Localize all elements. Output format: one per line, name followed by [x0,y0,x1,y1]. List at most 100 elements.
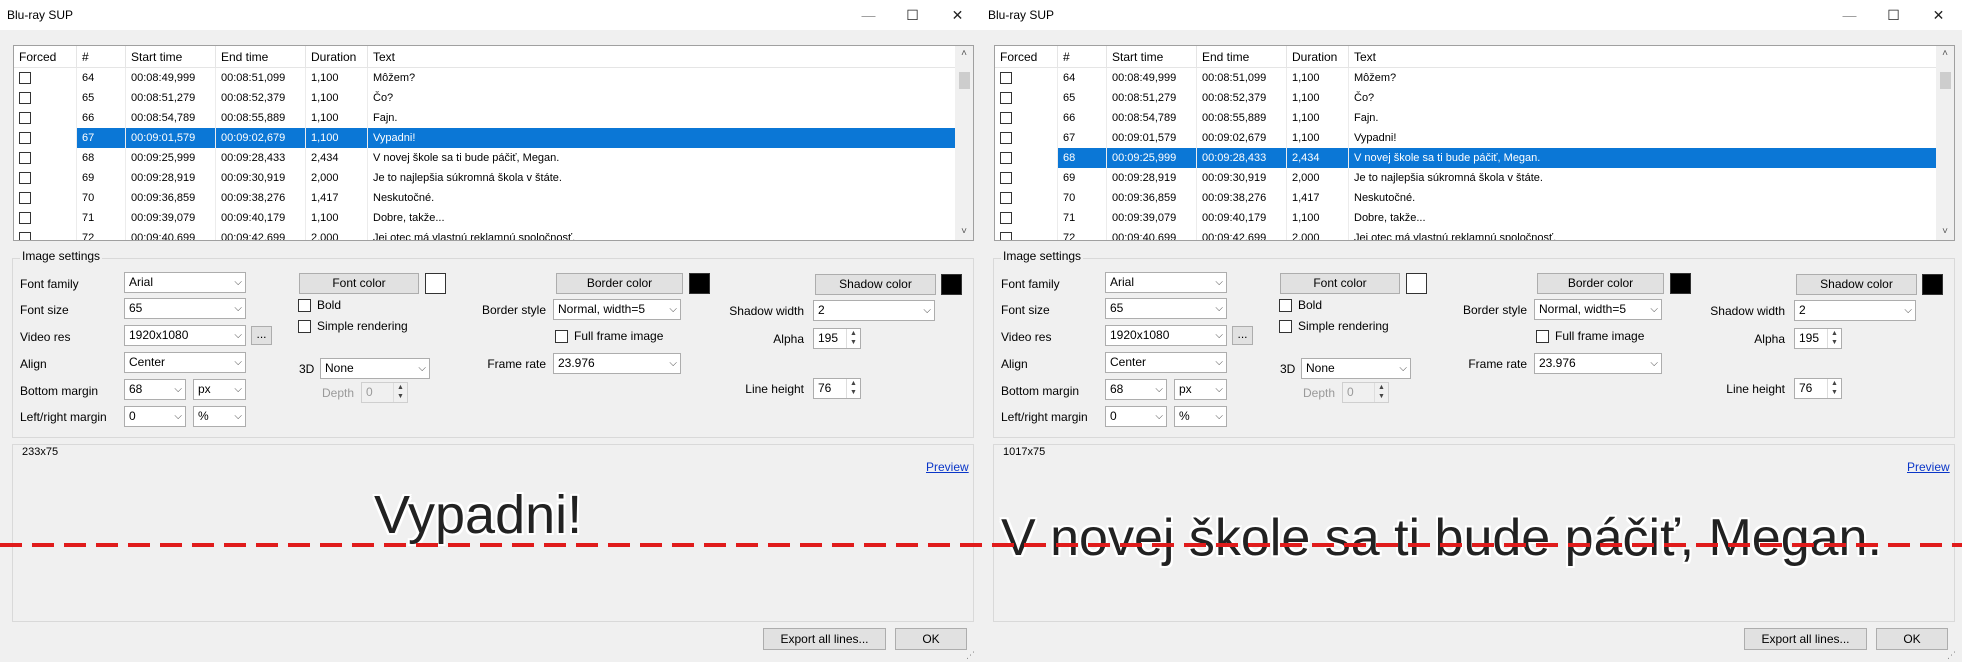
table-row[interactable]: 68 00:09:25,999 00:09:28,433 2,434 V novej š… [995,148,1936,168]
shadow-color-swatch[interactable] [941,274,962,295]
column-header-end-time[interactable]: End time [216,46,306,68]
spinner-arrows-icon[interactable]: ▲ ▼ [846,379,860,398]
table-row[interactable]: 64 00:08:49,999 00:08:51,099 1,100 Môžem? [995,68,1936,88]
alpha-spinner[interactable]: 195 ▲ ▼ [1794,328,1842,349]
forced-checkbox[interactable] [1000,72,1012,84]
shadow-color-button[interactable]: Shadow color [1796,274,1917,295]
column-header-start-time[interactable]: Start time [1107,46,1197,68]
close-button[interactable]: ✕ [1916,0,1961,30]
scroll-thumb[interactable] [959,72,970,89]
frame-rate-select[interactable]: 23.976 ⌵ [1534,353,1662,374]
table-row[interactable]: 64 00:08:49,999 00:08:51,099 1,100 Môžem? [14,68,955,88]
forced-checkbox[interactable] [1000,172,1012,184]
resize-grip-icon[interactable]: ⋰ [966,650,975,661]
shadow-color-swatch[interactable] [1922,274,1943,295]
shadow-width-select[interactable]: 2 ⌵ [813,300,935,321]
maximize-button[interactable]: ☐ [1871,0,1916,30]
forced-checkbox[interactable] [19,232,31,240]
font-color-swatch[interactable] [425,273,446,294]
table-row[interactable]: 67 00:09:01,579 00:09:02,679 1,100 Vypadni! [995,128,1936,148]
font-size-select[interactable]: 65 ⌵ [124,298,246,319]
frame-rate-select[interactable]: 23.976 ⌵ [553,353,681,374]
subtitle-table[interactable]: Forced # Start time End time Duration Te… [994,45,1955,241]
ok-button[interactable]: OK [895,628,967,650]
maximize-button[interactable]: ☐ [890,0,935,30]
subtitle-table[interactable]: Forced # Start time End time Duration Te… [13,45,974,241]
font-family-select[interactable]: Arial ⌵ [1105,272,1227,293]
column-header-number[interactable]: # [77,46,126,68]
scroll-up-arrow-icon[interactable]: ˄ [1936,46,1954,62]
scroll-thumb[interactable] [1940,72,1951,89]
column-header-forced[interactable]: Forced [995,46,1058,68]
column-header-end-time[interactable]: End time [1197,46,1287,68]
forced-checkbox[interactable] [19,152,31,164]
full-frame-checkbox[interactable] [1536,330,1549,343]
forced-checkbox[interactable] [19,112,31,124]
lr-margin-select[interactable]: 0 ⌵ [124,406,186,427]
font-size-select[interactable]: 65 ⌵ [1105,298,1227,319]
column-header-start-time[interactable]: Start time [126,46,216,68]
font-color-button[interactable]: Font color [1280,273,1400,294]
table-row[interactable]: 66 00:08:54,789 00:08:55,889 1,100 Fajn. [14,108,955,128]
lr-margin-unit-select[interactable]: % ⌵ [1174,406,1227,427]
font-family-select[interactable]: Arial ⌵ [124,272,246,293]
video-res-browse-button[interactable]: ... [1232,326,1253,345]
table-row[interactable]: 69 00:09:28,919 00:09:30,919 2,000 Je to naj… [14,168,955,188]
font-color-button[interactable]: Font color [299,273,419,294]
scroll-up-arrow-icon[interactable]: ˄ [955,46,973,62]
line-height-spinner[interactable]: 76 ▲ ▼ [1794,378,1842,399]
forced-checkbox[interactable] [1000,112,1012,124]
forced-checkbox[interactable] [1000,212,1012,224]
align-select[interactable]: Center ⌵ [1105,352,1227,373]
spinner-arrows-icon[interactable]: ▲ ▼ [1827,329,1841,348]
bottom-margin-select[interactable]: 68 ⌵ [124,379,186,400]
resize-grip-icon[interactable]: ⋰ [1947,650,1956,661]
shadow-width-select[interactable]: 2 ⌵ [1794,300,1916,321]
spinner-arrows-icon[interactable]: ▲ ▼ [846,329,860,348]
column-header-number[interactable]: # [1058,46,1107,68]
table-row[interactable]: 71 00:09:39,079 00:09:40,179 1,100 Dobre, ta… [995,208,1936,228]
lr-margin-unit-select[interactable]: % ⌵ [193,406,246,427]
border-style-select[interactable]: Normal, width=5 ⌵ [1534,299,1662,320]
column-header-forced[interactable]: Forced [14,46,77,68]
table-row[interactable]: 67 00:09:01,579 00:09:02,679 1,100 Vypadni! [14,128,955,148]
simple-rendering-checkbox[interactable] [298,320,311,333]
preview-link[interactable]: Preview [926,460,969,474]
preview-link[interactable]: Preview [1907,460,1950,474]
export-all-lines-button[interactable]: Export all lines... [763,628,886,650]
border-color-button[interactable]: Border color [556,273,683,294]
shadow-color-button[interactable]: Shadow color [815,274,936,295]
scroll-down-arrow-icon[interactable]: ˅ [1936,224,1954,240]
forced-checkbox[interactable] [19,172,31,184]
column-header-duration[interactable]: Duration [306,46,368,68]
border-style-select[interactable]: Normal, width=5 ⌵ [553,299,681,320]
column-header-text[interactable]: Text [368,46,955,68]
spinner-arrows-icon[interactable]: ▲ ▼ [1827,379,1841,398]
forced-checkbox[interactable] [1000,152,1012,164]
border-color-swatch[interactable] [689,273,710,294]
table-row[interactable]: 65 00:08:51,279 00:08:52,379 1,100 Čo? [14,88,955,108]
table-row[interactable]: 72 00:09:40,699 00:09:42,699 2,000 Jej otec … [14,228,955,240]
bold-checkbox[interactable] [298,299,311,312]
forced-checkbox[interactable] [1000,92,1012,104]
3d-mode-select[interactable]: None ⌵ [320,358,430,379]
table-row[interactable]: 70 00:09:36,859 00:09:38,276 1,417 Neskutočn… [14,188,955,208]
video-res-select[interactable]: 1920x1080 ⌵ [124,325,246,346]
bold-checkbox[interactable] [1279,299,1292,312]
full-frame-checkbox[interactable] [555,330,568,343]
table-row[interactable]: 65 00:08:51,279 00:08:52,379 1,100 Čo? [995,88,1936,108]
line-height-spinner[interactable]: 76 ▲ ▼ [813,378,861,399]
forced-checkbox[interactable] [1000,232,1012,240]
border-color-button[interactable]: Border color [1537,273,1664,294]
align-select[interactable]: Center ⌵ [124,352,246,373]
video-res-select[interactable]: 1920x1080 ⌵ [1105,325,1227,346]
forced-checkbox[interactable] [19,192,31,204]
forced-checkbox[interactable] [19,212,31,224]
simple-rendering-checkbox[interactable] [1279,320,1292,333]
forced-checkbox[interactable] [19,132,31,144]
table-scrollbar[interactable]: ˄ ˅ [1936,46,1954,240]
lr-margin-select[interactable]: 0 ⌵ [1105,406,1167,427]
table-row[interactable]: 68 00:09:25,999 00:09:28,433 2,434 V novej š… [14,148,955,168]
font-color-swatch[interactable] [1406,273,1427,294]
border-color-swatch[interactable] [1670,273,1691,294]
